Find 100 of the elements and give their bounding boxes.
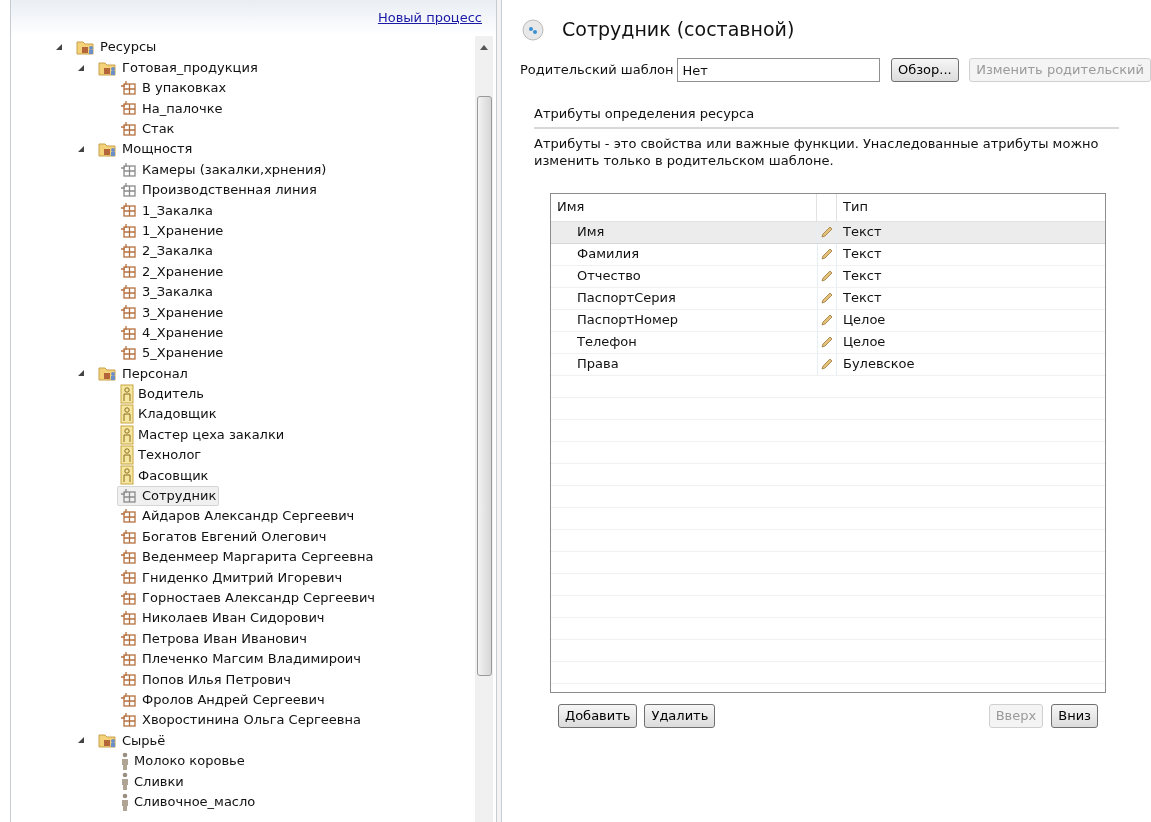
grid-icon (120, 324, 138, 341)
table-cell-text: Телефон (576, 333, 638, 352)
grid-icon (120, 100, 138, 117)
tree-item[interactable]: Сливки (117, 771, 187, 792)
folder-icon (98, 59, 118, 76)
table-row[interactable]: Имя Текст (551, 221, 1105, 244)
push-button[interactable]: Обзор... (890, 58, 959, 82)
table-row[interactable]: Телефон Целое (551, 331, 1105, 354)
table-row[interactable]: ПаспортСерия Текст (551, 287, 1105, 310)
tree-item[interactable]: 1_Закалка (117, 200, 217, 221)
scroll-up-arrow-icon[interactable] (480, 44, 488, 50)
expanded-arrow-icon[interactable] (55, 43, 63, 52)
tree-item[interactable]: 3_Хранение (117, 302, 227, 323)
push-button[interactable]: Удалить (644, 703, 716, 728)
table-cell-text: Фамилия (576, 245, 640, 264)
tree-item[interactable]: Фролов Андрей Сергеевич (117, 689, 328, 710)
tree-item[interactable]: Попов Илья Петрович (117, 669, 294, 690)
tree-item[interactable]: Камеры (закалки,хрнения) (117, 159, 330, 180)
grid-icon (120, 712, 138, 729)
expanded-arrow-icon[interactable] (77, 736, 85, 745)
grid-icon (120, 610, 138, 627)
grid-icon (120, 202, 138, 219)
expanded-arrow-icon[interactable] (77, 369, 85, 378)
tree-item[interactable]: Мастер цеха закалки (117, 424, 288, 445)
tree-item[interactable]: Сотрудник (117, 485, 220, 506)
tree-item[interactable]: Стак (117, 118, 178, 139)
editor-title: Сотрудник (составной) (562, 16, 795, 42)
grid-icon (120, 528, 138, 545)
grid-icon (120, 161, 138, 178)
tree-item[interactable]: 5_Хранение (117, 343, 227, 364)
grid-icon (120, 569, 138, 586)
person-badge-icon (120, 404, 134, 425)
tree-item[interactable]: 4_Хранение (117, 322, 227, 343)
tree-item[interactable]: Сливочное_масло (117, 791, 259, 812)
tree-item[interactable]: В упаковках (117, 77, 230, 98)
table-row[interactable]: Отчество Текст (551, 265, 1105, 288)
grid-icon (120, 630, 138, 647)
grid-icon (120, 243, 138, 260)
table-cell-text: Целое (842, 311, 887, 330)
folder-icon (98, 365, 118, 382)
table-cell-text: ПаспортНомер (576, 311, 679, 330)
column-header[interactable]: Имя (551, 193, 817, 221)
tree-item[interactable]: Фасовщик (117, 465, 212, 486)
tree-item[interactable]: 3_Закалка (117, 281, 217, 302)
table-row[interactable]: Фамилия Текст (551, 243, 1105, 266)
pencil-icon[interactable] (821, 358, 833, 370)
tree-item[interactable]: Технолог (117, 445, 205, 465)
pencil-icon[interactable] (821, 270, 833, 282)
tree-item[interactable]: 2_Хранение (117, 261, 227, 282)
pencil-icon[interactable] (821, 314, 833, 326)
tree-item[interactable]: Ресурсы (73, 37, 160, 58)
tree-item[interactable]: На_палочке (117, 98, 226, 119)
scrollbar-thumb[interactable] (476, 96, 492, 676)
tree-item[interactable]: Горностаев Александр Сергеевич (117, 587, 379, 608)
parent-template-field[interactable]: Нет (677, 58, 880, 82)
figure-icon (120, 792, 130, 811)
grid-icon (120, 345, 138, 362)
tree-item[interactable]: Сырьё (95, 730, 169, 751)
grid-icon (120, 263, 138, 280)
person-badge-icon (120, 383, 134, 404)
folder-icon (98, 732, 118, 749)
table-cell-text: Отчество (576, 267, 642, 286)
expanded-arrow-icon[interactable] (77, 145, 85, 154)
folder-icon (98, 141, 118, 158)
tree-item[interactable]: Персонал (95, 363, 191, 384)
person-badge-icon (120, 445, 134, 465)
tree-item[interactable]: Петрова Иван Иванович (117, 628, 310, 649)
tree-item[interactable]: Водитель (117, 383, 207, 404)
pencil-icon[interactable] (821, 248, 833, 260)
tree-item[interactable]: Мощностя (95, 139, 196, 160)
expanded-arrow-icon[interactable] (77, 63, 85, 72)
tree-item[interactable]: Готовая_продукция (95, 57, 261, 78)
column-header[interactable]: Тип (837, 193, 1105, 221)
tree-item[interactable]: 2_Закалка (117, 241, 217, 262)
tree-item[interactable]: Богатов Евгений Олегович (117, 526, 330, 547)
table-row[interactable]: Права Булевское (551, 353, 1105, 376)
table-cell-text: Имя (576, 223, 606, 242)
table-row[interactable]: ПаспортНомер Целое (551, 309, 1105, 332)
tree-item[interactable]: Производственная линия (117, 179, 320, 200)
tree-item[interactable]: Хворостинина Ольга Сергеевна (117, 710, 364, 731)
pencil-icon[interactable] (821, 292, 833, 304)
tree-item[interactable]: Николаев Иван Сидорович (117, 608, 328, 629)
table-cell-text: Целое (842, 333, 887, 352)
push-button[interactable]: Добавить (558, 703, 638, 728)
tree-item[interactable]: Айдаров Александр Сергеевич (117, 506, 358, 527)
tree-item[interactable]: Плеченко Магсим Владимироич (117, 648, 364, 669)
new-process-link[interactable]: Новый процесс (377, 8, 482, 28)
grid-icon (120, 120, 138, 137)
table-cell-text: Булевское (842, 355, 916, 374)
pencil-icon[interactable] (821, 336, 833, 348)
tree-item[interactable]: 1_Хранение (117, 220, 227, 241)
tree-item[interactable]: Кладовщик (117, 404, 220, 425)
tree-item[interactable]: Молоко коровье (117, 750, 248, 771)
tree-item[interactable]: Гниденко Дмитрий Игоревич (117, 567, 346, 588)
pencil-icon[interactable] (821, 226, 833, 238)
grid-icon (120, 691, 138, 708)
scrollbar[interactable] (475, 36, 493, 822)
tree-item[interactable]: Веденмеер Маргарита Сергеевна (117, 546, 377, 567)
push-button[interactable]: Вниз (1051, 703, 1098, 728)
figure-icon (120, 772, 130, 791)
